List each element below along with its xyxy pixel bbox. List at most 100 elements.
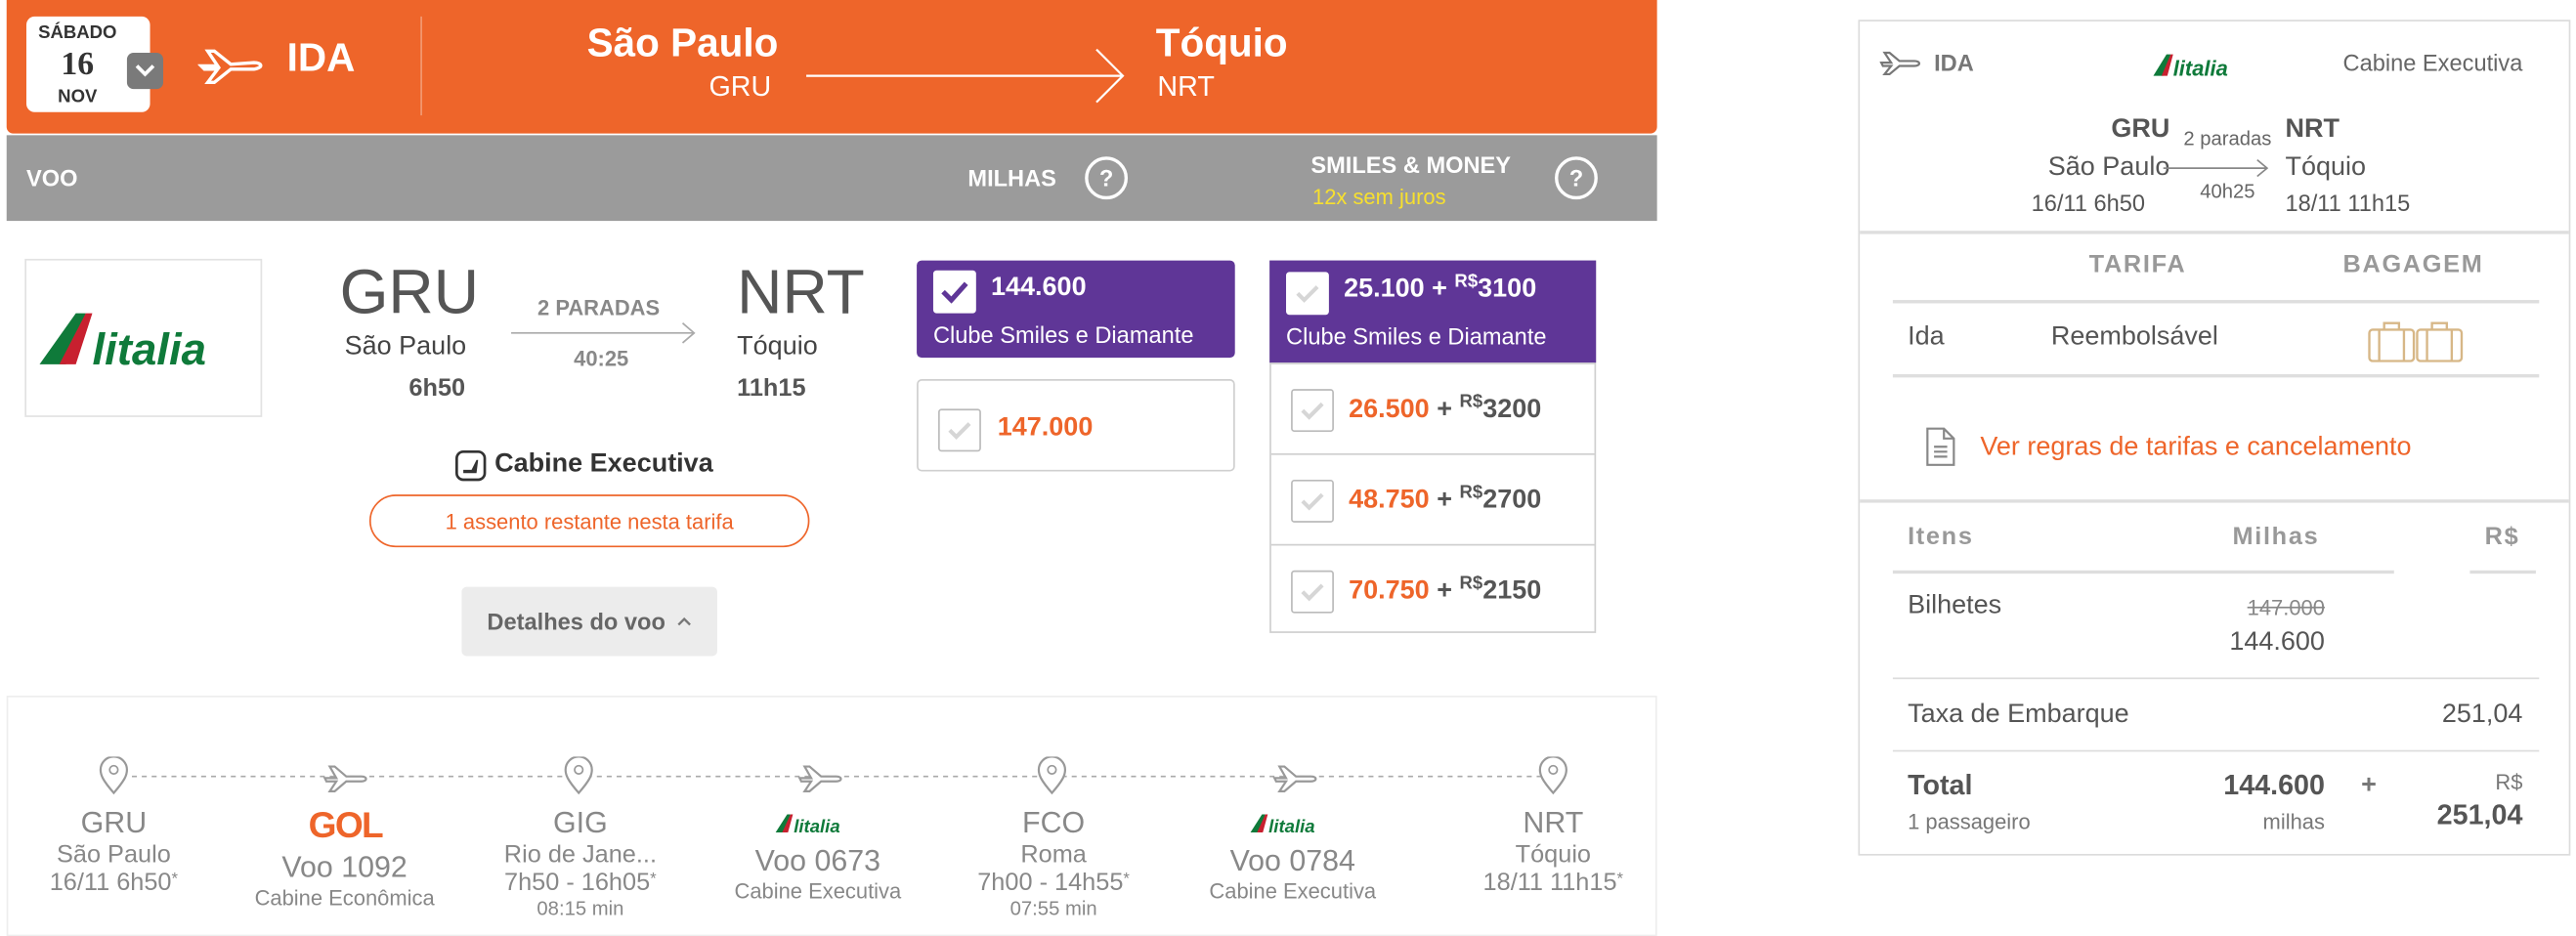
flight-details-button[interactable]: Detalhes do voo: [461, 586, 717, 657]
items-header: Itens: [1908, 522, 1974, 551]
check-icon: [1301, 583, 1324, 602]
svg-text:GOL: GOL: [308, 806, 382, 842]
flight-arrow-icon: [511, 322, 696, 344]
asterisk: *: [650, 870, 657, 889]
alitalia-logo: litalia: [774, 814, 839, 836]
smiles-money-option[interactable]: 70.750 + R$2150: [1270, 543, 1595, 633]
smiles-money-value: 25.100 + R$3100: [1344, 272, 1536, 305]
date-selector[interactable]: SÁBADO 16 NOV: [25, 16, 164, 112]
column-voo: VOO: [25, 164, 78, 191]
check-icon: [1301, 492, 1324, 511]
smiles-money-option[interactable]: 26.500 + R$3200: [1270, 362, 1595, 451]
checkbox[interactable]: [1291, 479, 1334, 523]
cabin-class: Cabine Executiva: [494, 449, 713, 479]
stop-time: 7h00 - 14h55*: [977, 869, 1130, 897]
summary-stops: 2 paradas: [2183, 126, 2272, 150]
route-arrow-icon: [806, 48, 1125, 104]
check-icon: [1301, 402, 1324, 420]
airline-logo: litalia: [24, 258, 263, 417]
summary-from-city: São Paulo: [2047, 152, 2170, 182]
currency: R$: [1459, 392, 1483, 412]
divider: [1892, 570, 2394, 574]
milhas-help-icon[interactable]: ?: [1085, 156, 1129, 200]
plane-icon: [1879, 51, 1920, 76]
itinerary-stop: FCO Roma 7h00 - 14h55* 07:55 min: [977, 806, 1130, 919]
summary-cabin: Cabine Executiva: [2342, 49, 2523, 76]
flight-origin-city: São Paulo: [344, 332, 467, 362]
smiles-money-miles: 70.750: [1349, 576, 1430, 606]
stop-time-text: 7h00 - 14h55: [977, 869, 1124, 897]
smiles-money-miles: 48.750: [1349, 486, 1430, 515]
total-currency: R$: [2495, 769, 2523, 795]
summary-duration: 40h25: [2200, 179, 2255, 203]
tax-value: 251,04: [2441, 701, 2523, 729]
leg-cabin: Cabine Executiva: [1209, 878, 1377, 904]
stop-time-text: 16/11 6h50: [49, 869, 172, 897]
column-smiles-money: SMILES & MONEY: [1310, 151, 1512, 179]
seat-icon: [455, 449, 487, 482]
checkbox[interactable]: [1286, 272, 1329, 316]
chevron-down-icon[interactable]: [126, 52, 164, 90]
miles-unit: milhas: [2262, 809, 2325, 834]
smiles-money-sub: Clube Smiles e Diamante: [1286, 322, 1547, 350]
header-divider: [420, 16, 422, 116]
svg-text:litalia: litalia: [92, 324, 205, 374]
tickets-label: Bilhetes: [1908, 591, 2002, 620]
summary-to-datetime: 18/11 11h15: [2285, 190, 2411, 217]
itinerary-stop: NRT Tóquio 18/11 11h15*: [1483, 806, 1624, 897]
leg-flight-number: Voo 0784: [1229, 843, 1355, 877]
flight-stops: 2 PARADAS: [537, 295, 661, 320]
divider: [1860, 231, 2569, 234]
stop-time-text: 18/11 11h15: [1482, 869, 1617, 897]
tickets-old-miles: 147.000: [2247, 595, 2325, 620]
summary-to-city: Tóquio: [2285, 152, 2366, 182]
itinerary-leg: litalia Voo 0784 Cabine Executiva: [1209, 809, 1377, 904]
flight-arrival-time: 11h15: [737, 373, 806, 403]
milhas-option-sub: Clube Smiles e Diamante: [932, 321, 1194, 348]
flight-header: SÁBADO 16 NOV IDA São Paulo GRU Tóquio N…: [6, 0, 1657, 134]
money-header: R$: [2484, 522, 2520, 551]
smiles-money-miles: 26.500: [1349, 395, 1430, 424]
milhas-option[interactable]: 147.000: [917, 379, 1235, 472]
smiles-money-value: 26.500 + R$3200: [1349, 393, 1541, 426]
svg-text:litalia: litalia: [1267, 816, 1313, 835]
smiles-money-option[interactable]: 48.750 + R$2700: [1270, 452, 1595, 542]
plus-sign: +: [2361, 771, 2377, 800]
fare-rules-link[interactable]: Ver regras de tarifas e cancelamento: [1980, 434, 2411, 463]
smiles-money-help-icon[interactable]: ?: [1555, 156, 1598, 200]
leg-cabin: Cabine Econômica: [254, 885, 435, 911]
milhas-option-selected[interactable]: 144.600 Clube Smiles e Diamante: [917, 260, 1235, 359]
alitalia-logo: litalia: [2153, 54, 2228, 79]
date-day: 16: [61, 46, 95, 83]
smiles-money-option-selected[interactable]: 25.100 + R$3100 Clube Smiles e Diamante: [1269, 260, 1597, 363]
stop-time: 18/11 11h15*: [1483, 869, 1624, 897]
header-from-city: São Paulo: [586, 21, 779, 66]
checkbox[interactable]: [938, 408, 981, 452]
tarifa-header: TARIFA: [2088, 250, 2187, 279]
smiles-money-money: 3100: [1478, 275, 1537, 304]
flight-destination-city: Tóquio: [737, 332, 818, 362]
itinerary-leg: litalia Voo 0673 Cabine Executiva: [734, 809, 902, 904]
smiles-money-value: 48.750 + R$2700: [1349, 483, 1541, 516]
plus-sign: +: [1437, 576, 1452, 606]
leg-cabin: Cabine Executiva: [734, 878, 902, 904]
checkbox[interactable]: [1291, 570, 1334, 614]
plane-icon: [197, 49, 263, 85]
bagagem-header: BAGAGEM: [2342, 250, 2484, 279]
summary-direction: IDA: [1934, 49, 1974, 76]
header-direction: IDA: [286, 36, 356, 81]
stop-code: GIG: [553, 806, 608, 839]
leg-flight-number: Voo 1092: [281, 850, 408, 884]
stop-code: FCO: [1022, 806, 1086, 839]
header-to-code: NRT: [1157, 70, 1215, 103]
total-money: 251,04: [2436, 799, 2523, 831]
itinerary-stop: GRU São Paulo 16/11 6h50*: [50, 806, 178, 897]
checkbox-checked[interactable]: [932, 270, 976, 314]
divider: [1892, 300, 2540, 304]
divider: [2469, 570, 2536, 574]
smiles-money-money: 2700: [1482, 486, 1542, 515]
smiles-money-miles: 25.100: [1344, 275, 1425, 304]
asterisk: *: [1616, 870, 1624, 889]
columns-header: VOO MILHAS ? SMILES & MONEY 12x sem juro…: [6, 135, 1657, 222]
checkbox[interactable]: [1291, 389, 1334, 433]
